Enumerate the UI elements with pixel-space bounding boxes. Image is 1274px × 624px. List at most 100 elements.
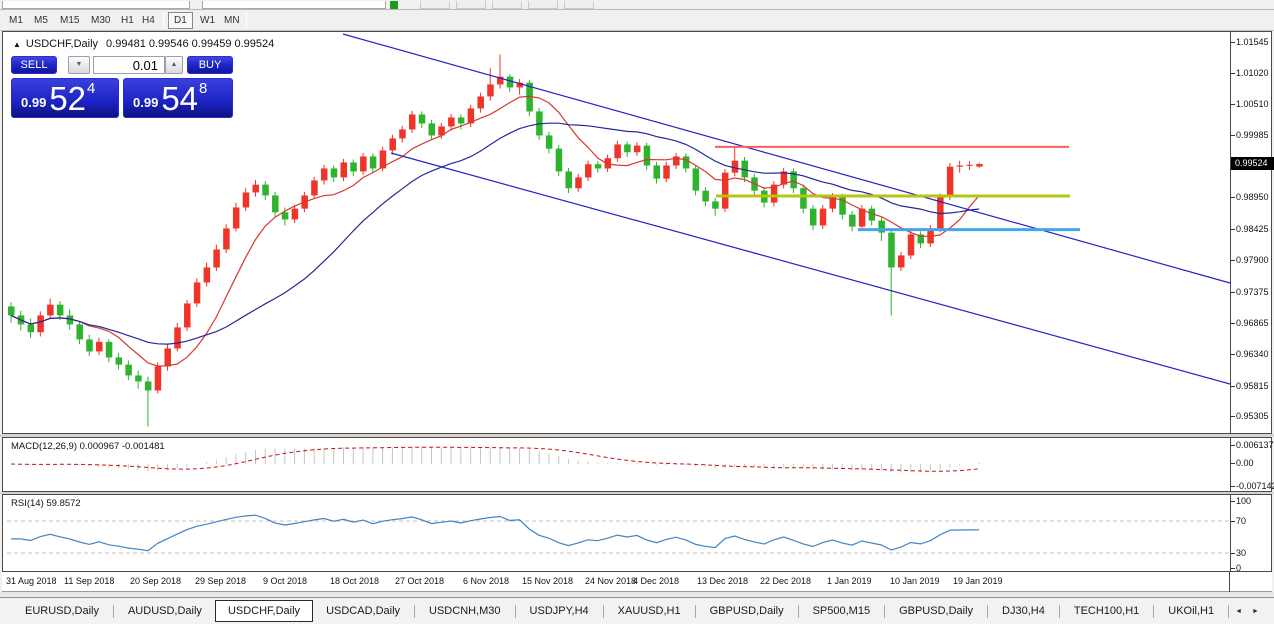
volume-increase-button[interactable]: ▲ — [165, 56, 183, 74]
price-axis-label: 0.96340 — [1236, 349, 1269, 359]
date-axis-label: 11 Sep 2018 — [64, 576, 114, 586]
sell-price-prefix: 0.99 — [21, 95, 46, 110]
price-axis-label: 0.95305 — [1236, 411, 1269, 421]
tab-separator — [1228, 605, 1229, 618]
timeframe-button-m5[interactable]: M5 — [31, 13, 51, 28]
timeframe-button-d1[interactable]: D1 — [168, 12, 193, 29]
tab-separator — [414, 605, 415, 618]
symbol-tab-usdchf-daily[interactable]: USDCHF,Daily — [215, 600, 313, 622]
one-click-trading-panel: SELL ▼ ▲ BUY 0.99 52 4 0.99 54 8 — [11, 56, 233, 118]
sell-price-box[interactable]: 0.99 52 4 — [11, 78, 119, 118]
chart-ohlc-values: 0.99481 0.99546 0.99459 0.99524 — [106, 38, 274, 50]
toolbar-separator — [246, 12, 247, 27]
buy-button[interactable]: BUY — [187, 56, 233, 74]
timeframe-button-m30[interactable]: M30 — [88, 13, 113, 28]
macd-label: MACD(12,26,9) 0.000967 -0.001481 — [11, 441, 165, 452]
toolbar-button[interactable] — [564, 1, 594, 9]
chart-title: ▲USDCHF,Daily0.99481 0.99546 0.99459 0.9… — [13, 38, 274, 50]
price-axis-label: 1.01020 — [1236, 68, 1269, 78]
toolbar-button[interactable] — [492, 1, 522, 9]
moving-average-line — [11, 123, 979, 344]
toolbar-button[interactable] — [420, 1, 450, 9]
rsi-panel: RSI(14) 59.8572 10070300 — [2, 494, 1272, 572]
status-indicator-icon — [390, 1, 398, 9]
tab-separator — [1153, 605, 1154, 618]
tab-separator — [798, 605, 799, 618]
timeframe-toolbar: M1 M5 M15 M30 H1H4 D1 W1MN — [0, 10, 1274, 31]
date-axis-label: 18 Oct 2018 — [330, 576, 379, 586]
tab-separator — [515, 605, 516, 618]
symbol-tab-eurusd-daily[interactable]: EURUSD,Daily — [12, 601, 112, 621]
tab-separator — [987, 605, 988, 618]
date-axis-label: 29 Sep 2018 — [195, 576, 246, 586]
symbol-tab-gbpusd-daily[interactable]: GBPUSD,Daily — [886, 601, 986, 621]
symbol-tab-usdcad-daily[interactable]: USDCAD,Daily — [313, 601, 413, 621]
date-axis-label: 9 Oct 2018 — [263, 576, 307, 586]
buy-price-big: 54 — [161, 85, 198, 112]
trendline[interactable] — [343, 34, 1230, 283]
symbol-tab-gbpusd-daily[interactable]: GBPUSD,Daily — [697, 601, 797, 621]
rsi-axis-label: 30 — [1236, 548, 1246, 558]
price-axis-separator — [1230, 32, 1231, 433]
toolbar-separator — [163, 12, 164, 27]
date-axis-label: 22 Dec 2018 — [760, 576, 811, 586]
price-axis-label: 0.98425 — [1236, 224, 1269, 234]
price-axis-label: 1.01545 — [1236, 37, 1269, 47]
rsi-axis-label: 100 — [1236, 496, 1251, 506]
date-axis-label: 6 Nov 2018 — [463, 576, 509, 586]
symbol-tab-usdcnh-m30[interactable]: USDCNH,M30 — [416, 601, 514, 621]
date-axis-label: 15 Nov 2018 — [522, 576, 573, 586]
current-price-badge: 0.99524 — [1231, 157, 1274, 170]
toolbar-button[interactable] — [456, 1, 486, 9]
tabs-scroll-left[interactable]: ◄ — [1235, 608, 1242, 615]
main-toolbar — [0, 0, 1274, 10]
macd-plot — [3, 438, 1271, 491]
symbol-tab-dj30-h4[interactable]: DJ30,H4 — [989, 601, 1058, 621]
macd-axis-label: 0.006137 — [1236, 440, 1274, 450]
time-axis-separator — [1229, 572, 1230, 592]
symbol-tab-tech100-h1[interactable]: TECH100,H1 — [1061, 601, 1152, 621]
buy-price-box[interactable]: 0.99 54 8 — [123, 78, 233, 118]
symbol-tab-sp500-m15[interactable]: SP500,M15 — [800, 601, 883, 621]
rsi-plot — [3, 495, 1271, 571]
timeframe-button-mn[interactable]: MN — [221, 13, 243, 28]
date-axis-label: 27 Oct 2018 — [395, 576, 444, 586]
symbol-tab-audusd-daily[interactable]: AUDUSD,Daily — [115, 601, 215, 621]
timeframe-button-m1[interactable]: M1 — [6, 13, 26, 28]
sell-price-pip: 4 — [87, 80, 95, 97]
date-axis-label: 31 Aug 2018 — [6, 576, 57, 586]
buy-price-prefix: 0.99 — [133, 95, 158, 110]
symbol-tab-xauusd-h1[interactable]: XAUUSD,H1 — [605, 601, 694, 621]
trendline[interactable] — [391, 153, 1230, 384]
rsi-axis-label: 70 — [1236, 516, 1246, 526]
date-axis-label: 1 Jan 2019 — [827, 576, 872, 586]
symbol-tab-ukoil-h1[interactable]: UKOil,H1 — [1155, 601, 1227, 621]
timeframe-button-w1[interactable]: W1 — [197, 13, 218, 28]
date-axis-label: 10 Jan 2019 — [890, 576, 940, 586]
buy-price-pip: 8 — [199, 80, 207, 97]
timeframe-button-h1[interactable]: H1 — [118, 13, 137, 28]
time-axis: 31 Aug 2018 11 Sep 2018 20 Sep 2018 29 Sep … — [2, 572, 1272, 592]
tab-separator — [603, 605, 604, 618]
price-axis-label: 0.99985 — [1236, 130, 1269, 140]
macd-panel: MACD(12,26,9) 0.000967 -0.001481 0.00613… — [2, 437, 1272, 492]
tabs-scroll-right[interactable]: ► — [1252, 608, 1259, 615]
rsi-label: RSI(14) 59.8572 — [11, 498, 81, 509]
date-axis-label: 24 Nov 2018 — [585, 576, 636, 586]
price-axis-label: 0.97900 — [1236, 255, 1269, 265]
symbol-tab-usdjpy-h4[interactable]: USDJPY,H4 — [517, 601, 602, 621]
volume-input[interactable] — [93, 56, 165, 74]
date-axis-label: 20 Sep 2018 — [130, 576, 181, 586]
collapse-arrow-icon[interactable]: ▲ — [13, 40, 21, 49]
date-axis-label: 19 Jan 2019 — [953, 576, 1003, 586]
timeframe-button-h4[interactable]: H4 — [139, 13, 158, 28]
volume-decrease-button[interactable]: ▼ — [68, 56, 90, 74]
timeframe-button-m15[interactable]: M15 — [57, 13, 82, 28]
moving-average-line — [11, 96, 979, 366]
toolbar-field — [2, 1, 190, 9]
mt4-window: M1M5M15M30H1H4D1W1MN ▲USDCHF,Daily0.9948… — [0, 0, 1274, 624]
toolbar-button[interactable] — [528, 1, 558, 9]
chart-tabs-bar: EURUSD,DailyAUDUSD,DailyUSDCHF,DailyUSDC… — [0, 597, 1274, 624]
tab-separator — [884, 605, 885, 618]
sell-button[interactable]: SELL — [11, 56, 57, 74]
